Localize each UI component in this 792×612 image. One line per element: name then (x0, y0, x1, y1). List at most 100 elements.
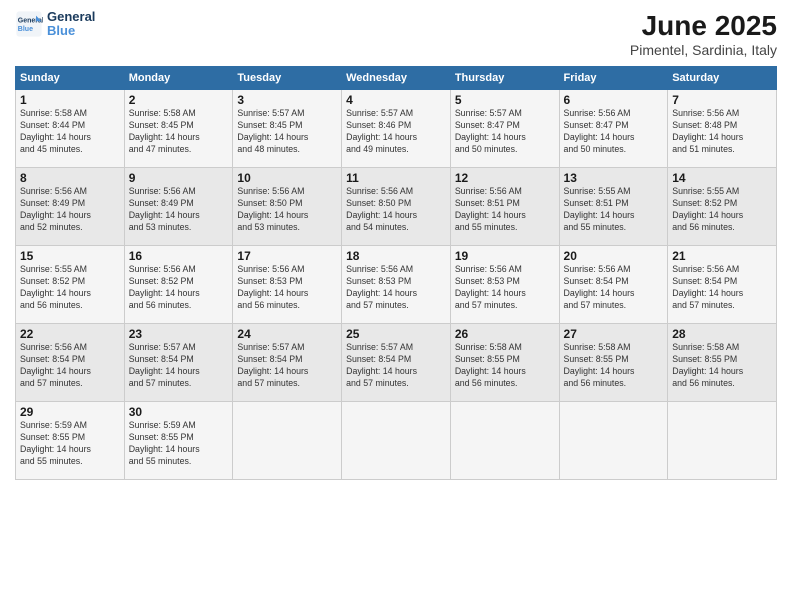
calendar-cell: 2Sunrise: 5:58 AMSunset: 8:45 PMDaylight… (124, 90, 233, 168)
day-number: 19 (455, 249, 555, 263)
day-info: Sunrise: 5:58 AMSunset: 8:55 PMDaylight:… (455, 342, 555, 390)
calendar-cell: 20Sunrise: 5:56 AMSunset: 8:54 PMDayligh… (559, 246, 668, 324)
calendar-cell: 26Sunrise: 5:58 AMSunset: 8:55 PMDayligh… (450, 324, 559, 402)
day-number: 29 (20, 405, 120, 419)
header-thursday: Thursday (450, 67, 559, 90)
day-number: 17 (237, 249, 337, 263)
day-info: Sunrise: 5:56 AMSunset: 8:53 PMDaylight:… (346, 264, 446, 312)
day-number: 10 (237, 171, 337, 185)
calendar-cell: 7Sunrise: 5:56 AMSunset: 8:48 PMDaylight… (668, 90, 777, 168)
calendar-cell: 18Sunrise: 5:56 AMSunset: 8:53 PMDayligh… (342, 246, 451, 324)
calendar-cell (668, 402, 777, 480)
calendar-cell: 5Sunrise: 5:57 AMSunset: 8:47 PMDaylight… (450, 90, 559, 168)
calendar-week-2: 8 Sunrise: 5:56 AMSunset: 8:49 PMDaylight… (16, 168, 777, 246)
day-number: 25 (346, 327, 446, 341)
day-info: Sunrise: 5:55 AMSunset: 8:52 PMDaylight:… (672, 186, 772, 234)
calendar-cell: 24Sunrise: 5:57 AMSunset: 8:54 PMDayligh… (233, 324, 342, 402)
calendar-cell: 25Sunrise: 5:57 AMSunset: 8:54 PMDayligh… (342, 324, 451, 402)
day-number: 6 (564, 93, 664, 107)
day-info: Sunrise: 5:56 AMSunset: 8:54 PMDaylight:… (564, 264, 664, 312)
day-number: 21 (672, 249, 772, 263)
calendar-cell: 8Sunrise: 5:56 AMSunset: 8:49 PMDaylight… (16, 168, 125, 246)
calendar-cell: 17Sunrise: 5:56 AMSunset: 8:53 PMDayligh… (233, 246, 342, 324)
header-tuesday: Tuesday (233, 67, 342, 90)
day-number: 15 (20, 249, 120, 263)
day-number: 13 (564, 171, 664, 185)
calendar-cell: 1Sunrise: 5:58 AMSunset: 8:44 PMDaylight… (16, 90, 125, 168)
day-number: 30 (129, 405, 229, 419)
calendar-table: Sunday Monday Tuesday Wednesday Thursday… (15, 66, 777, 480)
calendar-cell: 16Sunrise: 5:56 AMSunset: 8:52 PMDayligh… (124, 246, 233, 324)
day-info: Sunrise: 5:58 AMSunset: 8:44 PMDaylight:… (20, 108, 120, 156)
day-info: Sunrise: 5:58 AMSunset: 8:45 PMDaylight:… (129, 108, 229, 156)
calendar-subtitle: Pimentel, Sardinia, Italy (630, 42, 777, 58)
day-info: Sunrise: 5:56 AMSunset: 8:51 PMDaylight:… (455, 186, 555, 234)
day-number: 14 (672, 171, 772, 185)
day-number: 8 (20, 171, 120, 185)
day-number: 7 (672, 93, 772, 107)
calendar-cell (233, 402, 342, 480)
calendar-week-3: 15Sunrise: 5:55 AMSunset: 8:52 PMDayligh… (16, 246, 777, 324)
day-info: Sunrise: 5:58 AMSunset: 8:55 PMDaylight:… (672, 342, 772, 390)
calendar-cell: 9Sunrise: 5:56 AMSunset: 8:49 PMDaylight… (124, 168, 233, 246)
day-info: Sunrise: 5:56 AMSunset: 8:48 PMDaylight:… (672, 108, 772, 156)
calendar-page: General Blue General Blue June 2025 Pime… (0, 0, 792, 612)
logo-icon: General Blue (15, 10, 43, 38)
calendar-cell: 21Sunrise: 5:56 AMSunset: 8:54 PMDayligh… (668, 246, 777, 324)
day-info: Sunrise: 5:55 AMSunset: 8:51 PMDaylight:… (564, 186, 664, 234)
calendar-cell: 19Sunrise: 5:56 AMSunset: 8:53 PMDayligh… (450, 246, 559, 324)
day-info: Sunrise: 5:57 AMSunset: 8:54 PMDaylight:… (237, 342, 337, 390)
day-number: 16 (129, 249, 229, 263)
day-number: 1 (20, 93, 120, 107)
day-info: Sunrise: 5:58 AMSunset: 8:55 PMDaylight:… (564, 342, 664, 390)
calendar-week-5: 29Sunrise: 5:59 AMSunset: 8:55 PMDayligh… (16, 402, 777, 480)
calendar-cell: 6Sunrise: 5:56 AMSunset: 8:47 PMDaylight… (559, 90, 668, 168)
calendar-cell: 27Sunrise: 5:58 AMSunset: 8:55 PMDayligh… (559, 324, 668, 402)
calendar-cell: 4Sunrise: 5:57 AMSunset: 8:46 PMDaylight… (342, 90, 451, 168)
header-monday: Monday (124, 67, 233, 90)
day-info: Sunrise: 5:59 AMSunset: 8:55 PMDaylight:… (20, 420, 120, 468)
day-info: Sunrise: 5:59 AMSunset: 8:55 PMDaylight:… (129, 420, 229, 468)
calendar-cell (559, 402, 668, 480)
calendar-cell: 12Sunrise: 5:56 AMSunset: 8:51 PMDayligh… (450, 168, 559, 246)
svg-text:Blue: Blue (18, 26, 33, 33)
day-info: Sunrise: 5:56 AMSunset: 8:47 PMDaylight:… (564, 108, 664, 156)
day-number: 28 (672, 327, 772, 341)
header-friday: Friday (559, 67, 668, 90)
calendar-cell: 30Sunrise: 5:59 AMSunset: 8:55 PMDayligh… (124, 402, 233, 480)
calendar-week-4: 22Sunrise: 5:56 AMSunset: 8:54 PMDayligh… (16, 324, 777, 402)
day-info: Sunrise: 5:56 AMSunset: 8:53 PMDaylight:… (237, 264, 337, 312)
day-info: Sunrise: 5:57 AMSunset: 8:45 PMDaylight:… (237, 108, 337, 156)
header-sunday: Sunday (16, 67, 125, 90)
calendar-cell: 15Sunrise: 5:55 AMSunset: 8:52 PMDayligh… (16, 246, 125, 324)
calendar-cell: 23Sunrise: 5:57 AMSunset: 8:54 PMDayligh… (124, 324, 233, 402)
day-info: Sunrise: 5:55 AMSunset: 8:52 PMDaylight:… (20, 264, 120, 312)
header: General Blue General Blue June 2025 Pime… (15, 10, 777, 58)
title-block: June 2025 Pimentel, Sardinia, Italy (630, 10, 777, 58)
calendar-week-1: 1Sunrise: 5:58 AMSunset: 8:44 PMDaylight… (16, 90, 777, 168)
day-info: Sunrise: 5:57 AMSunset: 8:47 PMDaylight:… (455, 108, 555, 156)
calendar-title: June 2025 (630, 10, 777, 42)
day-number: 27 (564, 327, 664, 341)
day-info: Sunrise: 5:56 AMSunset: 8:49 PMDaylight:… (129, 186, 229, 234)
day-info: Sunrise: 5:57 AMSunset: 8:54 PMDaylight:… (129, 342, 229, 390)
day-number: 22 (20, 327, 120, 341)
day-info: Sunrise: 5:56 AMSunset: 8:50 PMDaylight:… (237, 186, 337, 234)
day-number: 20 (564, 249, 664, 263)
day-number: 5 (455, 93, 555, 107)
day-info: Sunrise: 5:56 AMSunset: 8:54 PMDaylight:… (672, 264, 772, 312)
calendar-cell: 28Sunrise: 5:58 AMSunset: 8:55 PMDayligh… (668, 324, 777, 402)
calendar-cell: 11Sunrise: 5:56 AMSunset: 8:50 PMDayligh… (342, 168, 451, 246)
day-info: Sunrise: 5:56 AMSunset: 8:50 PMDaylight:… (346, 186, 446, 234)
day-number: 23 (129, 327, 229, 341)
day-number: 18 (346, 249, 446, 263)
day-number: 2 (129, 93, 229, 107)
logo-text: General Blue (47, 10, 95, 39)
day-number: 4 (346, 93, 446, 107)
day-number: 9 (129, 171, 229, 185)
day-number: 12 (455, 171, 555, 185)
day-info: Sunrise: 5:56 AMSunset: 8:53 PMDaylight:… (455, 264, 555, 312)
days-header-row: Sunday Monday Tuesday Wednesday Thursday… (16, 67, 777, 90)
calendar-cell: 14Sunrise: 5:55 AMSunset: 8:52 PMDayligh… (668, 168, 777, 246)
day-info: Sunrise: 5:56 AMSunset: 8:52 PMDaylight:… (129, 264, 229, 312)
